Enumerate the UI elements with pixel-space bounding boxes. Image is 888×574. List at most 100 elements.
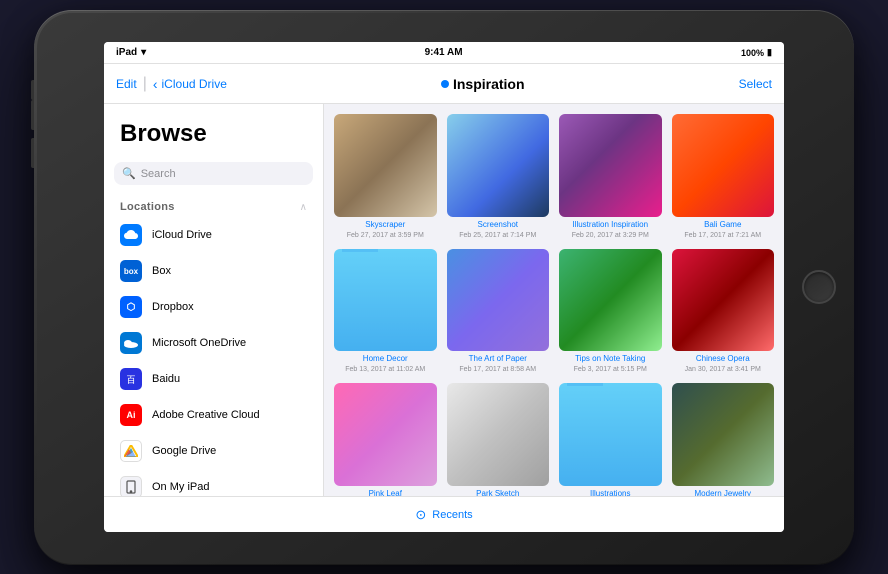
- search-bar[interactable]: 🔍 Search: [114, 162, 313, 185]
- file-thumbnail-parksketch: [447, 383, 550, 486]
- file-thumbnail-illustration: [559, 114, 662, 217]
- sidebar-item-baidu[interactable]: 百 Baidu: [104, 361, 323, 397]
- status-right: 100% ▮: [741, 47, 772, 58]
- locations-label: Locations: [120, 201, 175, 213]
- list-item[interactable]: The Art of Paper Feb 17, 2017 at 8:58 AM: [447, 249, 550, 374]
- edit-button[interactable]: Edit: [116, 77, 137, 91]
- battery-icon: ▮: [767, 47, 772, 58]
- file-name-parksketch: Park Sketch: [476, 489, 519, 497]
- list-item[interactable]: Home Decor Feb 13, 2017 at 11:02 AM: [334, 249, 437, 374]
- status-left: iPad ▾: [116, 47, 146, 58]
- back-label[interactable]: iCloud Drive: [162, 77, 227, 91]
- sidebar-item-adobe[interactable]: Ai Adobe Creative Cloud: [104, 397, 323, 433]
- icloud-icon: [120, 224, 142, 246]
- sidebar-item-icloud[interactable]: iCloud Drive: [104, 217, 323, 253]
- file-thumbnail-illustrations: [559, 383, 662, 486]
- file-name-bali: Bali Game: [704, 220, 741, 229]
- recents-icon: ⊙: [415, 507, 426, 523]
- file-thumbnail-screenshot: [447, 114, 550, 217]
- volume-down-button[interactable]: [31, 138, 34, 168]
- recents-label[interactable]: Recents: [432, 509, 472, 521]
- file-name-illustration: Illustration Inspiration: [572, 220, 648, 229]
- file-name-screenshot: Screenshot: [478, 220, 518, 229]
- navigation-bar: Edit | ‹ iCloud Drive Inspiration Select: [104, 64, 784, 104]
- file-thumbnail-skyscraper: [334, 114, 437, 217]
- file-date-screenshot: Feb 25, 2017 at 7:14 PM: [459, 232, 536, 239]
- sidebar: Browse 🔍 Search Locations ∧ iCloud Drive: [104, 104, 324, 496]
- sidebar-item-onedrive[interactable]: Microsoft OneDrive: [104, 325, 323, 361]
- file-date-notetaking: Feb 3, 2017 at 5:15 PM: [574, 366, 647, 373]
- file-name-artpaper: The Art of Paper: [469, 354, 527, 363]
- volume-up-button[interactable]: [31, 100, 34, 130]
- battery-percent: 100%: [741, 48, 764, 58]
- locations-chevron-icon[interactable]: ∧: [300, 202, 307, 213]
- file-thumbnail-pinkleaf: [334, 383, 437, 486]
- ipad-screen: iPad ▾ 9:41 AM 100% ▮ Edit | ‹ iCloud Dr…: [104, 42, 784, 532]
- file-date-homedecor: Feb 13, 2017 at 11:02 AM: [345, 366, 425, 373]
- file-thumbnail-modernjewelry: [672, 383, 775, 486]
- list-item[interactable]: Bali Game Feb 17, 2017 at 7:21 AM: [672, 114, 775, 239]
- list-item[interactable]: Illustration Inspiration Feb 20, 2017 at…: [559, 114, 662, 239]
- nav-divider: |: [143, 75, 147, 93]
- file-name-illustrations: Illustrations: [590, 489, 630, 497]
- home-button[interactable]: [802, 270, 836, 304]
- file-date-bali: Feb 17, 2017 at 7:21 AM: [684, 232, 761, 239]
- sidebar-item-dropbox[interactable]: ⬡ Dropbox: [104, 289, 323, 325]
- ipad-icon: [120, 476, 142, 496]
- mute-button[interactable]: [31, 80, 34, 100]
- list-item[interactable]: Park Sketch Jan 21, 2017 at 3:35 PM: [447, 383, 550, 496]
- sidebar-title: Browse: [104, 104, 323, 156]
- file-grid-area: Skyscraper Feb 27, 2017 at 3:59 PM Scree…: [324, 104, 784, 496]
- adobe-icon: Ai: [120, 404, 142, 426]
- file-date-skyscraper: Feb 27, 2017 at 3:59 PM: [347, 232, 424, 239]
- icloud-label: iCloud Drive: [152, 229, 212, 241]
- list-item[interactable]: Pink Leaf Jan 28, 2017 at 3:09 PM: [334, 383, 437, 496]
- locations-section-header: Locations ∧: [104, 195, 323, 217]
- file-name-homedecor: Home Decor: [363, 354, 408, 363]
- inspiration-dot: [441, 80, 449, 88]
- ipad-label: On My iPad: [152, 481, 209, 493]
- sidebar-item-gdrive[interactable]: Google Drive: [104, 433, 323, 469]
- main-content: Browse 🔍 Search Locations ∧ iCloud Drive: [104, 104, 784, 496]
- list-item[interactable]: Screenshot Feb 25, 2017 at 7:14 PM: [447, 114, 550, 239]
- file-name-modernjewelry: Modern Jewelry: [695, 489, 751, 497]
- carrier-label: iPad: [116, 47, 137, 58]
- ipad-device: iPad ▾ 9:41 AM 100% ▮ Edit | ‹ iCloud Dr…: [34, 10, 854, 565]
- baidu-label: Baidu: [152, 373, 180, 385]
- onedrive-icon: [120, 332, 142, 354]
- file-name-skyscraper: Skyscraper: [365, 220, 405, 229]
- file-name-chineseopera: Chinese Opera: [696, 354, 750, 363]
- status-bar: iPad ▾ 9:41 AM 100% ▮: [104, 42, 784, 64]
- list-item[interactable]: Skyscraper Feb 27, 2017 at 3:59 PM: [334, 114, 437, 239]
- file-thumbnail-notetaking: [559, 249, 662, 352]
- list-item[interactable]: Modern Jewelry Jan 14, 2017 at 9:02 AM: [672, 383, 775, 496]
- search-placeholder: Search: [141, 168, 176, 180]
- gdrive-icon: [120, 440, 142, 462]
- list-item[interactable]: Tips on Note Taking Feb 3, 2017 at 5:15 …: [559, 249, 662, 374]
- nav-title-area: Inspiration: [441, 76, 525, 92]
- back-icon[interactable]: ‹: [153, 76, 158, 92]
- file-name-pinkleaf: Pink Leaf: [369, 489, 402, 497]
- file-name-notetaking: Tips on Note Taking: [575, 354, 645, 363]
- status-time: 9:41 AM: [425, 47, 463, 58]
- onedrive-label: Microsoft OneDrive: [152, 337, 246, 349]
- baidu-icon: 百: [120, 368, 142, 390]
- file-thumbnail-homedecor: [334, 249, 437, 352]
- box-icon: box: [120, 260, 142, 282]
- list-item[interactable]: Chinese Opera Jan 30, 2017 at 3:41 PM: [672, 249, 775, 374]
- nav-title: Inspiration: [453, 76, 525, 92]
- nav-left-controls: Edit | ‹ iCloud Drive: [116, 75, 227, 93]
- search-icon: 🔍: [122, 167, 136, 180]
- file-date-chineseopera: Jan 30, 2017 at 3:41 PM: [685, 366, 761, 373]
- list-item[interactable]: Illustrations Jan 17, 2017 at 1:35 PM: [559, 383, 662, 496]
- select-button[interactable]: Select: [739, 77, 772, 91]
- dropbox-label: Dropbox: [152, 301, 194, 313]
- gdrive-label: Google Drive: [152, 445, 216, 457]
- sidebar-item-box[interactable]: box Box: [104, 253, 323, 289]
- file-grid: Skyscraper Feb 27, 2017 at 3:59 PM Scree…: [334, 114, 774, 496]
- bottom-bar: ⊙ Recents: [104, 496, 784, 532]
- file-thumbnail-bali: [672, 114, 775, 217]
- wifi-icon: ▾: [141, 47, 146, 58]
- file-thumbnail-chineseopera: [672, 249, 775, 352]
- sidebar-item-ipad[interactable]: On My iPad: [104, 469, 323, 496]
